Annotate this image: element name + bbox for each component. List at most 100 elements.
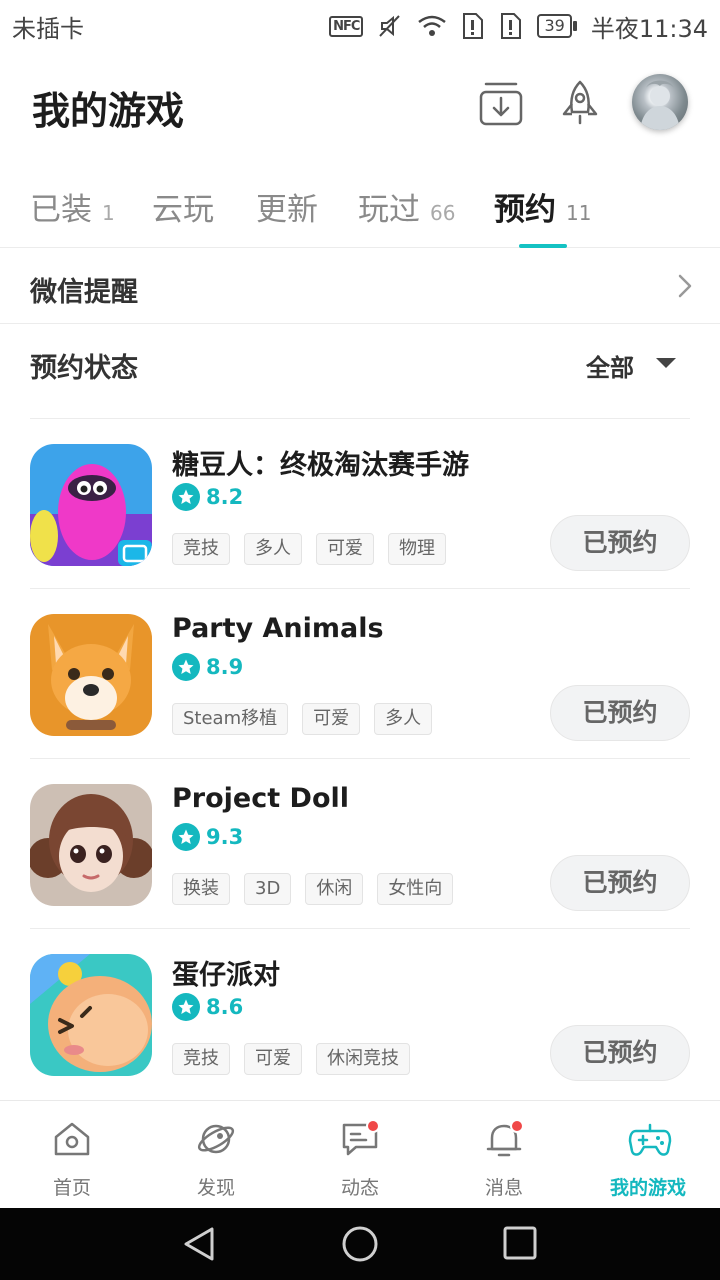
game-list: 糖豆人：终极淘汰赛手游 8.2 竞技 多人 可爱 物理 已预约 Party An… xyxy=(30,418,690,1098)
nav-home[interactable]: 首页 xyxy=(0,1101,144,1209)
caret-down-icon[interactable] xyxy=(656,358,676,368)
rating-value: 8.2 xyxy=(206,485,244,509)
tab-bar: 已装 1 云玩 更新 玩过 66 预约 11 xyxy=(0,170,720,248)
game-name: Party Animals xyxy=(172,613,384,644)
tag[interactable]: 可爱 xyxy=(316,533,374,565)
tag[interactable]: 3D xyxy=(244,873,292,905)
tag[interactable]: 竞技 xyxy=(172,1043,230,1075)
mute-icon xyxy=(379,15,401,37)
header: 我的游戏 xyxy=(0,60,720,156)
tab-reserved[interactable]: 预约 11 xyxy=(494,184,591,229)
tab-cloud-play[interactable]: 云玩 xyxy=(152,184,214,229)
battery-icon: 39 xyxy=(537,14,577,38)
nav-activity[interactable]: 动态 xyxy=(288,1101,432,1209)
star-icon xyxy=(172,653,200,681)
nav-discover[interactable]: 发现 xyxy=(144,1101,288,1209)
avatar[interactable] xyxy=(632,74,688,130)
tag[interactable]: Steam移植 xyxy=(172,703,289,735)
reserved-button[interactable]: 已预约 xyxy=(550,1025,690,1081)
clock: 半夜11:34 xyxy=(590,14,708,43)
reserve-status-label: 预约状态 xyxy=(30,353,138,384)
tag[interactable]: 多人 xyxy=(244,533,302,565)
bottom-nav: 首页 发现 动态 消息 我的游戏 xyxy=(0,1100,720,1208)
star-icon xyxy=(172,483,200,511)
notification-badge xyxy=(510,1119,524,1133)
status-bar: 未插卡 NFC 39 半夜11:34 xyxy=(0,0,720,52)
nfc-icon: NFC xyxy=(329,15,364,37)
tab-label: 更新 xyxy=(256,192,318,228)
wechat-reminder-row[interactable]: 微信提醒 xyxy=(0,248,720,324)
nav-label: 动态 xyxy=(340,1177,379,1199)
list-item[interactable]: 蛋仔派对 8.6 竞技 可爱 休闲竞技 已预约 xyxy=(30,928,690,1098)
gamepad-icon xyxy=(628,1123,672,1156)
nav-messages[interactable]: 消息 xyxy=(432,1101,576,1209)
reserved-button[interactable]: 已预约 xyxy=(550,685,690,741)
page: 未插卡 NFC 39 半夜11:34 我的游戏 已装 1 云玩 更新 玩过 66… xyxy=(0,0,720,1280)
game-rating: 8.2 xyxy=(172,483,243,511)
back-icon[interactable] xyxy=(182,1226,218,1262)
home-circle-icon[interactable] xyxy=(340,1226,380,1266)
tag-list: 换装 3D 休闲 女性向 xyxy=(172,873,454,905)
page-title: 我的游戏 xyxy=(32,89,185,133)
tag[interactable]: 可爱 xyxy=(302,703,361,735)
nav-label: 消息 xyxy=(484,1177,523,1199)
battery-level: 39 xyxy=(537,14,572,38)
home-icon xyxy=(54,1122,90,1156)
game-rating: 9.3 xyxy=(172,823,243,851)
system-navigation-bar xyxy=(0,1208,720,1280)
tag[interactable]: 可爱 xyxy=(244,1043,302,1075)
rating-value: 8.9 xyxy=(206,655,244,679)
tag[interactable]: 换装 xyxy=(172,873,230,905)
chevron-right-icon xyxy=(678,274,692,298)
game-name: 糖豆人：终极淘汰赛手游 xyxy=(172,450,469,481)
reserved-button[interactable]: 已预约 xyxy=(550,855,690,911)
rating-value: 8.6 xyxy=(206,995,244,1019)
tag[interactable]: 竞技 xyxy=(172,533,230,565)
tab-label: 玩过 xyxy=(358,192,420,228)
nav-my-games[interactable]: 我的游戏 xyxy=(576,1101,720,1209)
nav-label: 我的游戏 xyxy=(609,1177,686,1199)
wechat-reminder-label: 微信提醒 xyxy=(30,277,138,308)
recents-icon[interactable] xyxy=(502,1226,538,1262)
game-icon-fall-guys[interactable] xyxy=(30,444,152,566)
tag[interactable]: 休闲 xyxy=(305,873,364,905)
reserve-status-filter: 预约状态 全部 xyxy=(0,324,720,404)
filter-dropdown[interactable]: 全部 xyxy=(586,348,634,383)
wifi-icon xyxy=(418,15,447,36)
tab-count: 66 xyxy=(430,201,456,225)
list-item[interactable]: Party Animals 8.9 Steam移植 可爱 多人 已预约 xyxy=(30,588,690,758)
game-rating: 8.6 xyxy=(172,993,243,1021)
reserved-button[interactable]: 已预约 xyxy=(550,515,690,571)
game-icon-project-doll[interactable] xyxy=(30,784,152,906)
list-item[interactable]: 糖豆人：终极淘汰赛手游 8.2 竞技 多人 可爱 物理 已预约 xyxy=(30,418,690,588)
tag[interactable]: 物理 xyxy=(388,533,446,565)
game-icon-party-animals[interactable] xyxy=(30,614,152,736)
game-name: 蛋仔派对 xyxy=(172,960,280,991)
tab-installed[interactable]: 已装 1 xyxy=(30,184,115,229)
tag[interactable]: 多人 xyxy=(374,703,433,735)
tag-list: Steam移植 可爱 多人 xyxy=(172,703,433,735)
tag-list: 竞技 多人 可爱 物理 xyxy=(172,533,446,565)
sim-alert-icon xyxy=(463,13,484,39)
carrier-text: 未插卡 xyxy=(12,14,84,43)
planet-icon xyxy=(197,1124,235,1154)
rating-value: 9.3 xyxy=(206,825,244,849)
tab-label: 已装 xyxy=(30,192,92,228)
list-item[interactable]: Project Doll 9.3 换装 3D 休闲 女性向 已预约 xyxy=(30,758,690,928)
download-icon[interactable] xyxy=(476,78,526,128)
game-rating: 8.9 xyxy=(172,653,243,681)
nav-label: 首页 xyxy=(52,1177,91,1199)
nav-label: 发现 xyxy=(196,1177,235,1199)
tab-label: 预约 xyxy=(494,192,556,228)
tab-played[interactable]: 玩过 66 xyxy=(358,184,455,229)
rocket-icon[interactable] xyxy=(555,78,605,128)
tag[interactable]: 休闲竞技 xyxy=(316,1043,410,1075)
notification-badge xyxy=(366,1119,380,1133)
tab-count: 1 xyxy=(102,201,115,225)
tag[interactable]: 女性向 xyxy=(377,873,454,905)
tag-list: 竞技 可爱 休闲竞技 xyxy=(172,1043,410,1075)
game-name: Project Doll xyxy=(172,783,350,814)
game-icon-eggy-party[interactable] xyxy=(30,954,152,1076)
tab-label: 云玩 xyxy=(152,192,214,228)
tab-updates[interactable]: 更新 xyxy=(256,184,318,229)
